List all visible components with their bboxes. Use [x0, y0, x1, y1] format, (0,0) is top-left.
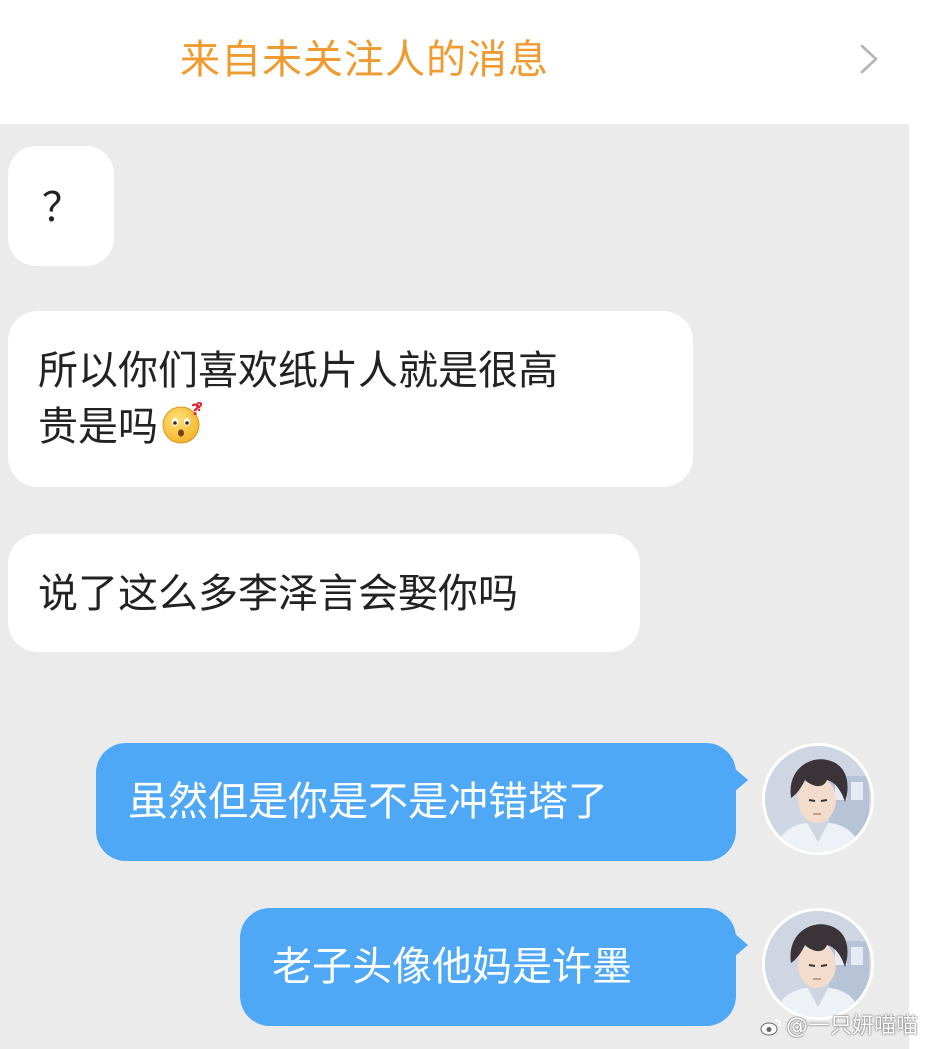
message-text: 虽然但是你是不是冲错塔了	[128, 779, 608, 825]
anime-character-avatar-icon	[765, 911, 871, 1017]
outgoing-message-bubble[interactable]: 虽然但是你是不是冲错塔了	[96, 743, 736, 861]
anime-character-avatar-icon	[765, 746, 871, 852]
stranger-messages-header[interactable]: 来自未关注人的消息	[0, 0, 909, 124]
weibo-logo-icon	[760, 1019, 782, 1036]
header-title: 来自未关注人的消息	[180, 37, 549, 83]
message-text: ？	[42, 185, 82, 231]
message-text-line: 贵是吗	[38, 404, 158, 450]
watermark: @一只妍喵喵	[760, 1012, 918, 1042]
screen-edge	[909, 0, 931, 1049]
avatar[interactable]	[762, 743, 874, 855]
watermark-text: @一只妍喵喵	[786, 1014, 919, 1039]
incoming-message-bubble[interactable]: 所以你们喜欢纸片人就是很高 贵是吗 ? ?	[8, 311, 693, 487]
message-text: 说了这么多李泽言会娶你吗	[38, 571, 518, 617]
incoming-message-bubble[interactable]: ？	[8, 146, 114, 266]
message-text: 老子头像他妈是许墨	[272, 944, 632, 990]
svg-text:?: ?	[196, 400, 203, 414]
bubble-tail	[734, 768, 748, 792]
outgoing-message-bubble[interactable]: 老子头像他妈是许墨	[240, 908, 736, 1026]
avatar[interactable]	[762, 908, 874, 1020]
incoming-message-bubble[interactable]: 说了这么多李泽言会娶你吗	[8, 534, 640, 652]
bubble-tail	[734, 933, 748, 957]
chevron-right-icon[interactable]	[854, 43, 884, 75]
message-text-line: 所以你们喜欢纸片人就是很高	[38, 348, 558, 394]
confused-face-emoji-icon: ? ?	[162, 400, 203, 444]
